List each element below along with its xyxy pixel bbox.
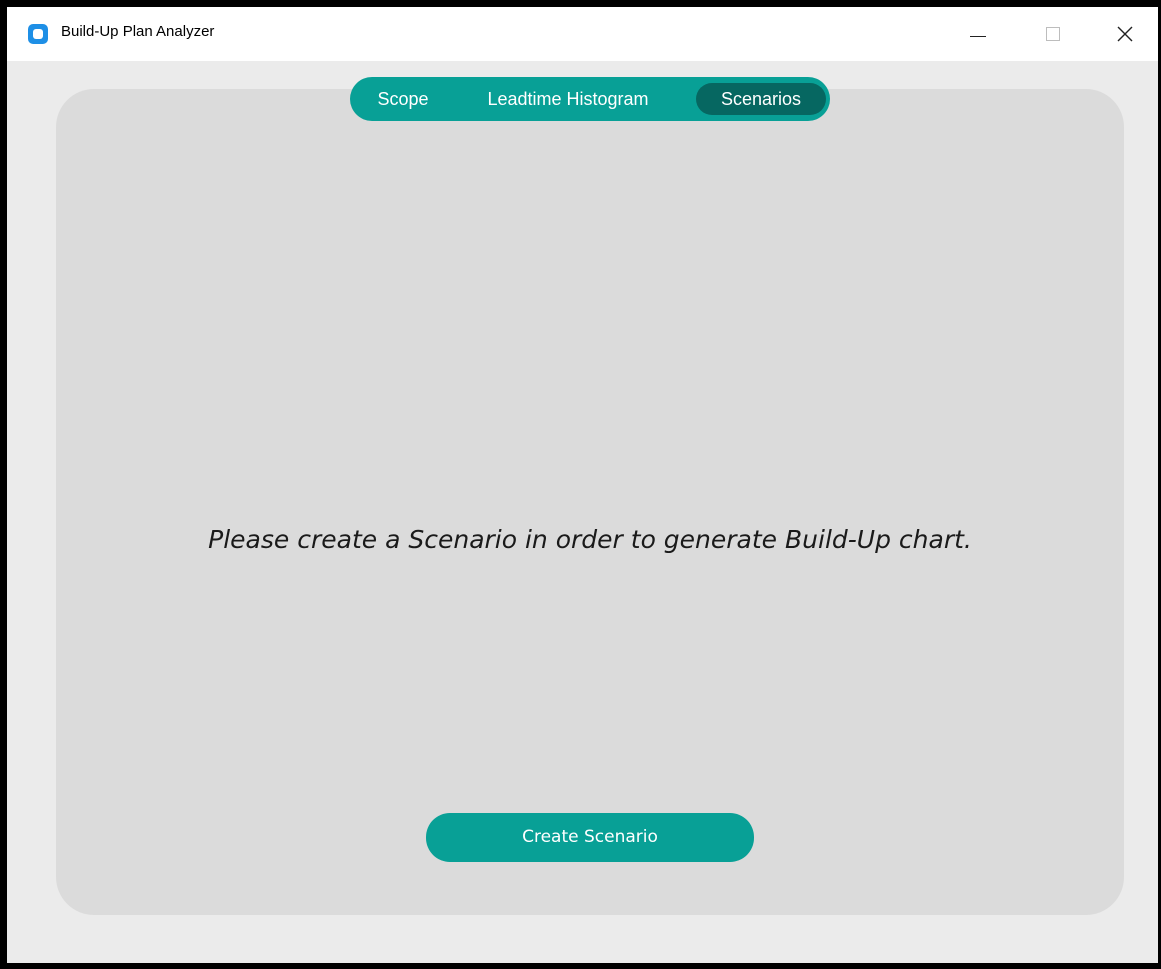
content-panel — [56, 89, 1124, 915]
title-bar: Build-Up Plan Analyzer — [7, 7, 1158, 61]
tab-scenarios[interactable]: Scenarios — [696, 83, 826, 115]
app-window: Build-Up Plan Analyzer Scope Leadtime Hi… — [7, 7, 1158, 963]
window-title: Build-Up Plan Analyzer — [61, 23, 215, 40]
empty-state-message: Please create a Scenario in order to gen… — [208, 525, 972, 554]
tab-leadtime-histogram[interactable]: Leadtime Histogram — [463, 83, 673, 115]
create-scenario-button[interactable]: Create Scenario — [426, 813, 754, 862]
tab-bar: Scope Leadtime Histogram Scenarios — [350, 77, 830, 121]
tab-scope[interactable]: Scope — [358, 83, 448, 115]
app-icon — [28, 24, 48, 44]
maximize-button[interactable] — [1018, 7, 1088, 61]
minimize-button[interactable] — [941, 7, 1011, 61]
close-icon — [1117, 26, 1133, 42]
close-button[interactable] — [1088, 7, 1158, 61]
